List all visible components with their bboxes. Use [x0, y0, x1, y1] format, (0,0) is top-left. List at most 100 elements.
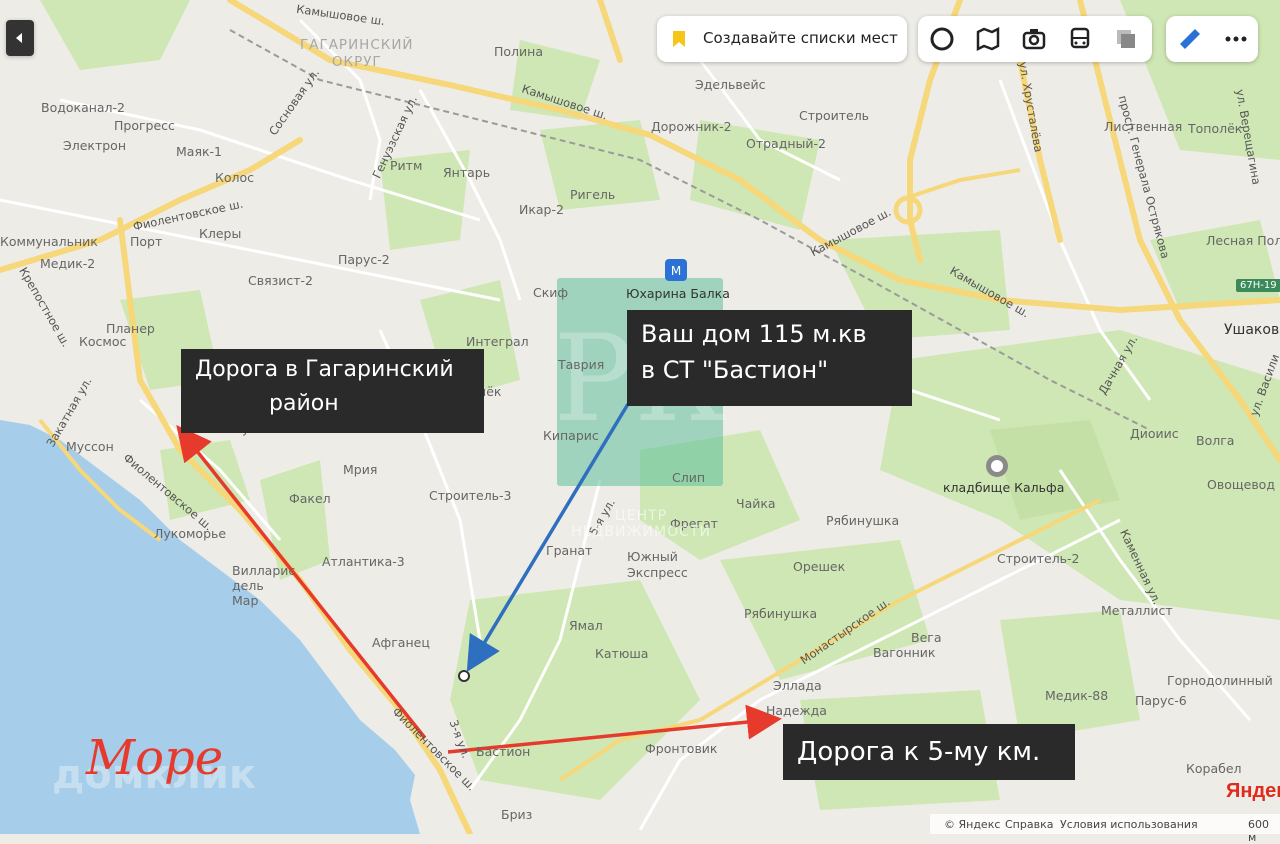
ruler-button[interactable] — [1172, 21, 1208, 57]
panorama-icon — [930, 27, 954, 51]
terms-link[interactable]: Условия использования — [1060, 818, 1198, 831]
place-label: Бастион — [476, 744, 531, 759]
place-label: Колос — [215, 170, 255, 185]
camera-button[interactable] — [1016, 21, 1052, 57]
place-label: Рябинушка — [826, 513, 900, 528]
place-label: Электрон — [63, 138, 126, 153]
place-label: Коммунальник — [0, 234, 98, 249]
layers-toolbar — [918, 16, 1152, 62]
map-layers-icon — [976, 26, 1000, 52]
place-label: Строитель-2 — [997, 551, 1080, 566]
place-label: Ямал — [569, 618, 603, 633]
place-label: Связист-2 — [248, 273, 314, 288]
layers-button[interactable] — [1108, 21, 1144, 57]
metro-label[interactable]: Юхарина Балка — [626, 286, 730, 301]
house-marker[interactable] — [458, 670, 470, 682]
attribution-bar: © Яндекс Справка Условия использования 6… — [930, 814, 1280, 844]
place-label: Отрадный-2 — [746, 136, 826, 151]
place-label: Интеграл — [466, 334, 529, 349]
place-label: Южный Экспресс — [627, 549, 688, 580]
gagarin-callout-line2: район — [269, 391, 339, 416]
gagarin-callout-line1: Дорога в Гагаринский — [195, 357, 454, 382]
transit-button[interactable] — [1062, 21, 1098, 57]
place-label: Тополёк — [1188, 121, 1243, 136]
place-label: Вагонник — [873, 645, 936, 660]
place-label: Космос — [79, 334, 127, 349]
place-label: Вилларис дель Мар — [232, 563, 296, 608]
create-lists-button[interactable]: Создавайте списки мест — [657, 16, 907, 62]
place-label: Водоканал-2 — [41, 100, 126, 115]
place-label: Катюша — [595, 646, 649, 661]
camera-icon — [1022, 29, 1046, 50]
place-label: Кипарис — [543, 428, 599, 443]
road-badge: 67Н-19 — [1236, 279, 1280, 292]
place-label: Дорожник-2 — [651, 119, 732, 134]
yandex-logo[interactable]: Яндекс — [1226, 780, 1280, 803]
sea-label: Море — [86, 730, 224, 786]
panorama-button[interactable] — [924, 21, 960, 57]
place-label: Клеры — [199, 226, 242, 241]
place-label: Парус-6 — [1135, 693, 1187, 708]
place-label: Овощевод — [1207, 477, 1275, 492]
place-label: Прогресс — [114, 118, 175, 133]
place-label: Полина — [494, 44, 543, 59]
place-label: Ригель — [570, 187, 616, 202]
place-label: Медик-2 — [40, 256, 96, 271]
place-label: Мрия — [343, 462, 378, 477]
house-callout-line1: Ваш дом 115 м.кв — [641, 320, 867, 348]
svg-text:М: М — [671, 264, 681, 278]
place-label: Строитель — [799, 108, 870, 123]
place-label: Чайка — [736, 496, 776, 511]
more-icon — [1225, 36, 1247, 42]
place-label: Ритм — [390, 158, 423, 173]
place-label: Атлантика-3 — [322, 554, 405, 569]
layers-icon — [1117, 30, 1135, 48]
place-label: Таврия — [558, 357, 605, 372]
place-label: Афганец — [372, 635, 430, 650]
place-label: Орешек — [793, 559, 846, 574]
km5-road-callout: Дорога к 5-му км. — [783, 724, 1075, 780]
place-label: Диоиис — [1130, 426, 1179, 441]
place-label: Корабел — [1186, 761, 1242, 776]
place-label: Факел — [289, 491, 331, 506]
place-label: Скиф — [533, 285, 569, 300]
chevron-left-icon — [16, 33, 22, 43]
place-label: Эдельвейс — [695, 77, 766, 92]
transit-icon — [1070, 27, 1090, 49]
place-label: Металлист — [1101, 603, 1173, 618]
help-link[interactable]: Справка — [1005, 818, 1053, 831]
place-label: Гранат — [546, 543, 593, 558]
place-label: Порт — [130, 234, 163, 249]
place-label: Икар-2 — [519, 202, 564, 217]
place-label: Волга — [1196, 433, 1235, 448]
district-gagarinsky: ГАГАРИНСКИЙ ОКРУГ — [300, 37, 414, 70]
place-label: Парус-2 — [338, 252, 390, 267]
cemetery-icon[interactable] — [986, 455, 1008, 477]
place-label: Горнодолинный — [1167, 673, 1273, 688]
watermark-text: ЦЕНТР НЕДВИЖИМОСТИ — [571, 508, 711, 540]
place-label: Муссон — [66, 439, 114, 454]
copyright-link[interactable]: © Яндекс — [944, 818, 1000, 831]
place-label: Надежда — [766, 703, 827, 718]
tools-toolbar — [1166, 16, 1258, 62]
place-label: Янтарь — [443, 165, 491, 180]
place-label: Слип — [672, 470, 706, 485]
place-label: Лукоморье — [154, 526, 227, 541]
house-callout-line2: в СТ "Бастион" — [641, 356, 829, 384]
collapse-panel-button[interactable] — [6, 20, 34, 56]
place-label: Вега — [911, 630, 942, 645]
place-label: Маяк-1 — [176, 144, 222, 159]
scale-label: 600 м — [1248, 818, 1269, 844]
transit-stop-icon[interactable]: М — [665, 259, 687, 281]
place-label: Строитель-3 — [429, 488, 512, 503]
map-layers-button[interactable] — [970, 21, 1006, 57]
bookmark-icon — [673, 31, 685, 47]
place-label: Медик-88 — [1045, 688, 1109, 703]
house-callout: Ваш дом 115 м.кв в СТ "Бастион" — [627, 310, 912, 406]
place-label: Бриз — [501, 807, 533, 822]
place-label: Фронтовик — [645, 741, 718, 756]
poi-label[interactable]: кладбище Кальфа — [943, 480, 1064, 495]
place-label: Лиственная — [1104, 119, 1183, 134]
place-label: Ушаков — [1224, 322, 1280, 338]
more-button[interactable] — [1218, 21, 1254, 57]
